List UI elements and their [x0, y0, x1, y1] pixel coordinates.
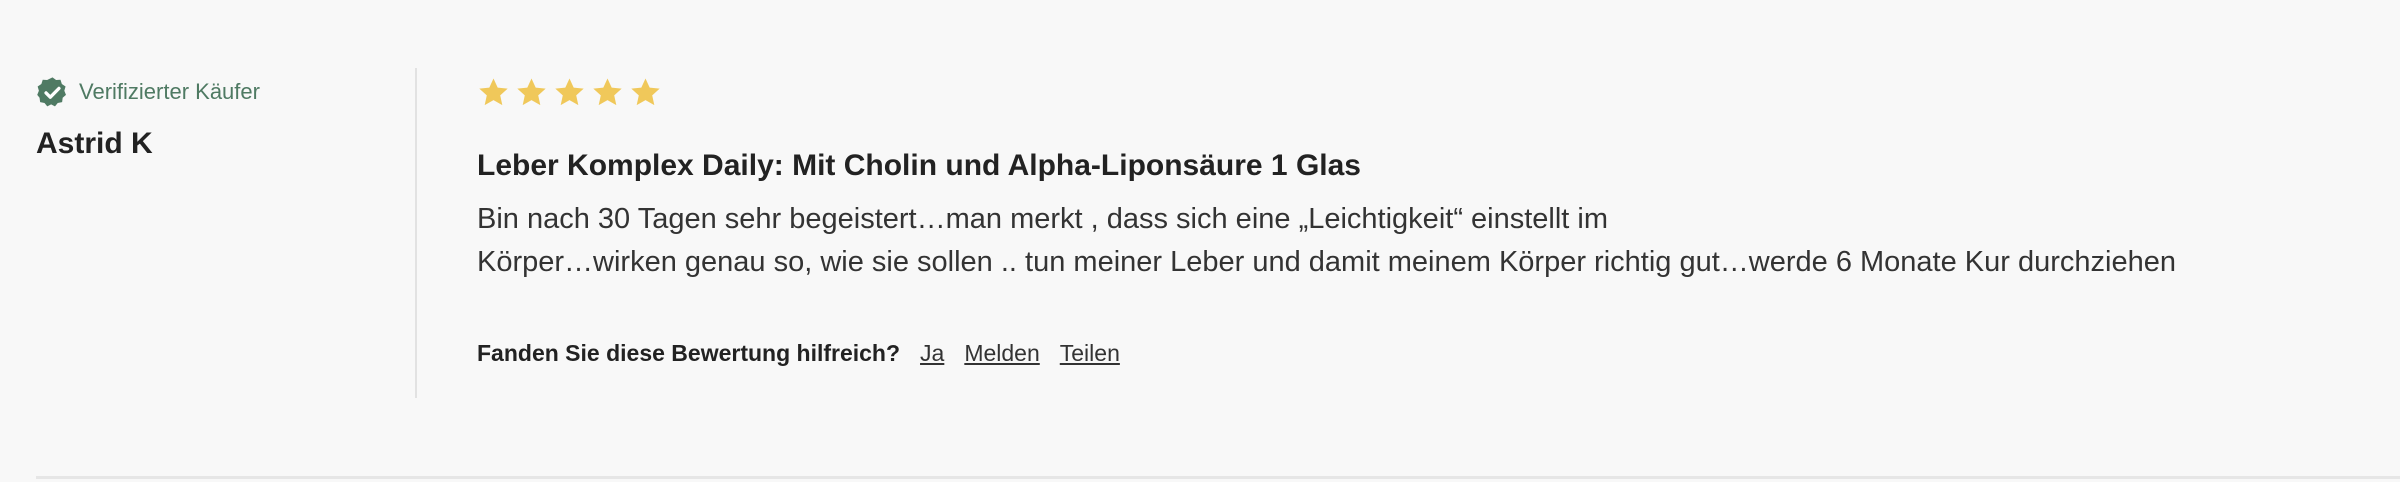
report-review-link[interactable]: Melden [964, 340, 1039, 367]
review-body-line: Körper…wirken genau so, wie sie sollen .… [477, 246, 2176, 278]
review-content-column: Leber Komplex Daily: Mit Cholin und Alph… [477, 70, 2357, 373]
star-icon [553, 76, 586, 109]
star-icon [515, 76, 548, 109]
star-rating [477, 70, 2357, 114]
helpful-yes-link[interactable]: Ja [920, 340, 944, 367]
share-review-link[interactable]: Teilen [1060, 340, 1120, 367]
column-divider [415, 68, 417, 398]
star-icon [591, 76, 624, 109]
verified-buyer-badge: Verifizierter Käufer [36, 72, 396, 112]
check-badge-icon [36, 76, 69, 109]
review-body: Bin nach 30 Tagen sehr begeistert…man me… [477, 198, 2357, 284]
review-card: Verifizierter Käufer Astrid K Leber Komp… [0, 0, 2400, 482]
review-title: Leber Komplex Daily: Mit Cholin und Alph… [477, 149, 1361, 182]
star-icon [477, 76, 510, 109]
helpful-feedback-row: Fanden Sie diese Bewertung hilfreich? Ja… [477, 333, 2357, 373]
review-separator [36, 476, 2400, 479]
verified-buyer-label: Verifizierter Käufer [79, 79, 260, 104]
review-body-line: Bin nach 30 Tagen sehr begeistert…man me… [477, 203, 1609, 235]
review-author-column: Verifizierter Käufer Astrid K [36, 72, 396, 161]
review-author-name: Astrid K [36, 127, 153, 160]
helpful-question: Fanden Sie diese Bewertung hilfreich? [477, 339, 901, 366]
star-icon [629, 76, 662, 109]
